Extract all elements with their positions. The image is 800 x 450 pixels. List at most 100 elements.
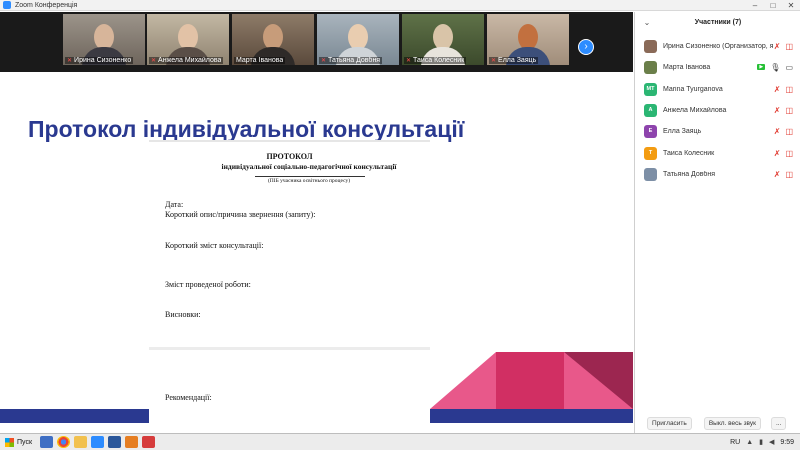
shared-slide: Протокол індивідуальної консультації ПРО… (0, 72, 633, 433)
document-subtitle: індивідуальної соціально-педагогічної ко… (221, 162, 397, 171)
chrome-icon[interactable] (57, 436, 71, 448)
system-tray: RU ▲ ▮ ◀ 9:59 (730, 438, 794, 447)
save-icon[interactable] (40, 436, 54, 448)
participant-row[interactable]: T Таиса Колесник ✗ ◫ (635, 142, 800, 164)
zoom-app-icon (3, 1, 11, 9)
pdf-icon[interactable] (142, 436, 156, 448)
mic-icon: 🎙 (770, 62, 781, 72)
participants-title: Участники (7) (694, 18, 742, 26)
field-date: Дата: (165, 200, 184, 209)
participant-name: Анжела Михайлова (663, 106, 727, 114)
document-hint: (ПІБ учасника освітнього процесу) (267, 178, 351, 184)
start-label: Пуск (17, 438, 33, 446)
avatar: E (644, 124, 657, 138)
camera-icon: ▭ (785, 62, 793, 72)
participant-row[interactable]: A Анжела Михайлова ✗ ◫ (635, 99, 800, 121)
window-title: Zoom Конференція (15, 1, 78, 9)
word-icon[interactable] (108, 436, 122, 448)
camera-off-icon: ◫ (785, 84, 793, 94)
participant-row[interactable]: Татьяна Довбня ✗ ◫ (635, 163, 800, 185)
video-tile-name: Елла Заяць (498, 57, 537, 64)
divider (149, 347, 430, 350)
video-tile[interactable]: Марта Іванова (232, 14, 314, 65)
network-icon[interactable]: ▮ (759, 438, 763, 446)
explorer-icon[interactable] (74, 436, 88, 448)
participants-panel: ⌄ Участники (7) Ирина Сизоненко (Организ… (634, 12, 800, 433)
video-tile-name: Ирина Сизоненко (74, 57, 132, 64)
mic-muted-icon: ✕ (151, 58, 157, 64)
video-tile[interactable]: ✕ Ирина Сизоненко (63, 14, 145, 65)
avatar (644, 39, 657, 53)
participant-name: Елла Заяць (663, 127, 702, 135)
screen-share-icon: ▶ (757, 64, 766, 70)
minimize-button[interactable]: – (746, 0, 764, 11)
video-gallery-strip: ✕ Ирина Сизоненко ✕ Анжела Михайлова Марта… (0, 12, 633, 72)
windows-taskbar: Пуск RU ▲ ▮ ◀ 9:59 (0, 433, 800, 450)
camera-off-icon: ◫ (785, 169, 793, 179)
mic-muted-icon: ✕ (491, 58, 497, 64)
meeting-area: ✕ Ирина Сизоненко ✕ Анжела Михайлова Марта… (0, 12, 633, 433)
mic-muted-icon: ✗ (773, 169, 781, 179)
camera-off-icon: ◫ (785, 105, 793, 115)
clock[interactable]: 9:59 (780, 439, 794, 446)
video-tile[interactable]: ✕ Анжела Михайлова (147, 14, 229, 65)
field-recommendations: Рекомендації: (165, 393, 212, 402)
participant-name: Marina Tyurganova (663, 85, 723, 93)
window-titlebar: Zoom Конференція – □ ✕ (0, 0, 800, 11)
camera-off-icon: ◫ (785, 148, 793, 158)
video-tile-name: Татьяна Довбня (328, 57, 381, 64)
mic-muted-icon: ✗ (773, 148, 781, 158)
more-button[interactable]: ... (770, 416, 787, 430)
mic-muted-icon: ✗ (773, 41, 781, 51)
participant-name: Таиса Колесник (663, 149, 715, 157)
player-icon[interactable] (125, 436, 139, 448)
participant-row[interactable]: Марта Іванова ▶ 🎙 ▭ (635, 56, 800, 78)
video-tile-name: Марта Іванова (236, 57, 284, 64)
video-tile[interactable]: ✕ Татьяна Довбня (317, 14, 399, 65)
windows-logo-icon (5, 437, 14, 447)
start-button[interactable]: Пуск (1, 435, 36, 450)
divider (149, 140, 430, 142)
language-indicator[interactable]: RU (730, 439, 740, 446)
avatar: T (644, 146, 657, 160)
slide-bottom-margin (0, 423, 633, 433)
participant-row[interactable]: Ирина Сизоненко (Организатор, я) ✗ ◫ (635, 35, 800, 57)
video-tile-name: Анжела Михайлова (158, 57, 222, 64)
participant-row[interactable]: E Елла Заяць ✗ ◫ (635, 120, 800, 142)
arrow-up-icon[interactable]: ▲ (746, 439, 753, 446)
mic-muted-icon: ✗ (773, 84, 781, 94)
avatar (644, 60, 657, 74)
avatar: A (644, 103, 657, 117)
mic-muted-icon: ✕ (321, 58, 327, 64)
camera-off-icon: ◫ (785, 41, 793, 51)
field-reason: Короткий опис/причина звернення (запиту)… (165, 210, 316, 219)
mic-muted-icon: ✕ (406, 58, 412, 64)
mic-muted-icon: ✗ (773, 126, 781, 136)
chevron-right-icon[interactable]: › (578, 39, 594, 55)
participant-name: Марта Іванова (663, 63, 711, 71)
avatar: MT (644, 82, 657, 96)
zoom-icon[interactable] (91, 436, 105, 448)
speaker-icon[interactable]: ◀ (769, 438, 774, 446)
camera-off-icon: ◫ (785, 126, 793, 136)
participant-name: Татьяна Довбня (663, 170, 716, 178)
participant-name: Ирина Сизоненко (Организатор, я) (663, 42, 773, 50)
slide-title: Протокол індивідуальної консультації (28, 116, 465, 142)
avatar (644, 167, 657, 181)
field-work: Зміст проведеної роботи: (165, 280, 251, 289)
invite-button[interactable]: Пригласить (647, 416, 692, 430)
video-tile[interactable]: ✕ Елла Заяць (487, 14, 569, 65)
mic-muted-icon: ✗ (773, 105, 781, 115)
protocol-document: ПРОТОКОЛ індивідуальної соціально-педаго… (149, 140, 430, 423)
field-conclusions: Висновки: (165, 310, 201, 319)
document-title: ПРОТОКОЛ (266, 152, 313, 161)
participants-footer: Пригласить Выкл. весь звук ... (635, 415, 800, 431)
video-tile[interactable]: ✕ Таиса Колесник (402, 14, 484, 65)
close-button[interactable]: ✕ (782, 0, 800, 11)
field-summary: Короткий зміст консультації: (165, 241, 264, 250)
mic-muted-icon: ✕ (67, 58, 73, 64)
participant-row[interactable]: MT Marina Tyurganova ✗ ◫ (635, 78, 800, 100)
maximize-button[interactable]: □ (764, 0, 782, 11)
chevron-down-icon[interactable]: ⌄ (639, 18, 655, 27)
mute-all-button[interactable]: Выкл. весь звук (703, 416, 761, 430)
